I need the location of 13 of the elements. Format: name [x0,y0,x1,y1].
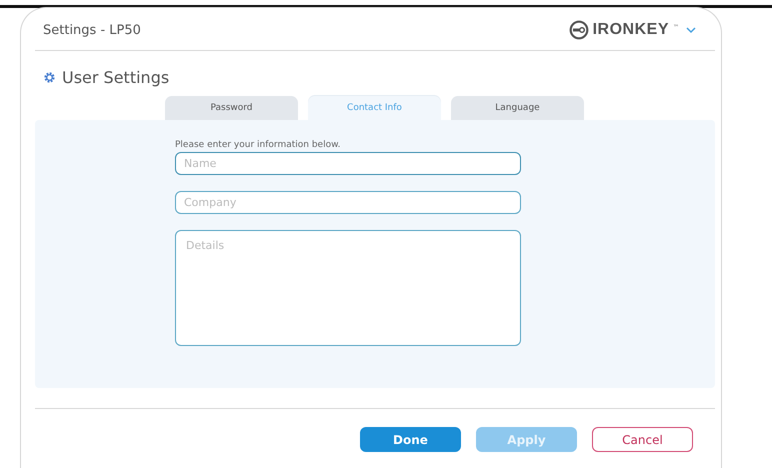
chevron-down-icon[interactable] [685,26,697,34]
text-field[interactable]: Company [175,191,521,214]
details-field[interactable]: Details [175,230,521,346]
key-ring-icon [568,20,589,40]
tab[interactable]: Language [451,96,584,120]
tab[interactable]: Password [165,96,298,120]
section-title: User Settings [62,68,170,86]
window-title: Settings - LP50 [43,22,141,38]
cancel-button[interactable]: Cancel [592,427,693,452]
action-button[interactable]: Done [360,427,461,452]
instruction-text: Please enter your information below. [175,140,340,150]
text-field[interactable]: Name [175,152,521,175]
gear-icon [43,70,56,84]
